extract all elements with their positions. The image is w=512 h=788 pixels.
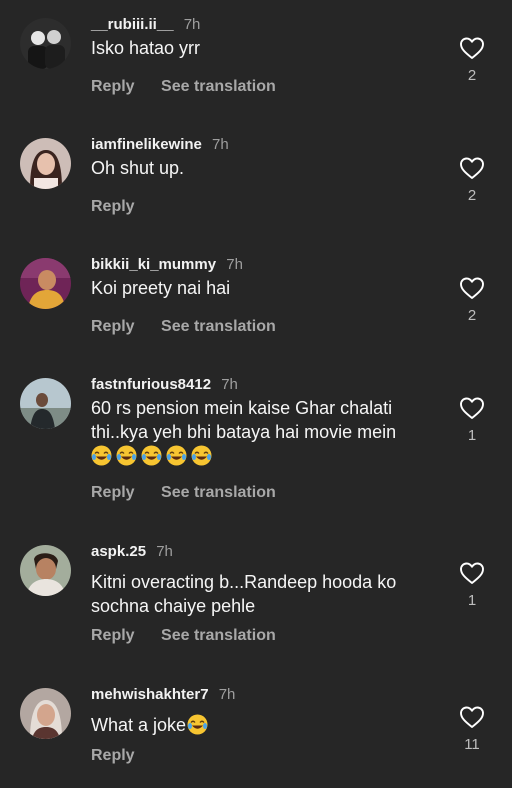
- username[interactable]: mehwishakhter7: [91, 686, 209, 703]
- reply-button[interactable]: Reply: [91, 198, 135, 215]
- comment-meta: fastnfurious8412 7h: [91, 375, 238, 395]
- reply-button[interactable]: Reply: [91, 318, 135, 335]
- like-count: 1: [467, 427, 477, 444]
- username[interactable]: fastnfurious8412: [91, 376, 211, 393]
- avatar[interactable]: [20, 688, 71, 739]
- username[interactable]: iamfinelikewine: [91, 136, 202, 153]
- comment-text: Oh shut up.: [91, 158, 185, 178]
- comment-meta: bikkii_ki_mummy 7h: [91, 255, 243, 275]
- laughing-emoji-icon: [116, 445, 137, 466]
- comment-text: Koi preety nai hai: [91, 278, 231, 298]
- comment-meta: iamfinelikewine 7h: [91, 135, 229, 155]
- timestamp: 7h: [221, 376, 238, 393]
- like-control: 2: [458, 156, 486, 205]
- comment-actions: Reply See translation: [91, 77, 276, 97]
- laughing-emoji-icon: [91, 445, 112, 466]
- avatar[interactable]: [20, 138, 71, 189]
- timestamp: 7h: [218, 686, 236, 703]
- heart-outline-icon[interactable]: [459, 396, 485, 420]
- heart-outline-icon[interactable]: [459, 561, 485, 585]
- see-translation-button[interactable]: See translation: [161, 318, 276, 335]
- username[interactable]: __rubiii.ii__: [91, 16, 174, 33]
- heart-outline-icon[interactable]: [459, 705, 485, 729]
- avatar[interactable]: [20, 258, 71, 309]
- comment-text: 60 rs pension mein kaise Ghar chalati th…: [91, 396, 436, 468]
- laughing-emoji-icon: [191, 445, 212, 466]
- like-control: 1: [458, 561, 486, 610]
- laughing-emoji-icon: [141, 445, 162, 466]
- laughing-emoji-icon: [187, 714, 208, 735]
- avatar[interactable]: [20, 378, 71, 429]
- timestamp: 7h: [183, 16, 201, 33]
- comment-actions: Reply See translation: [91, 626, 276, 646]
- reply-button[interactable]: Reply: [91, 484, 135, 501]
- comment-text: Isko hatao yrr: [91, 38, 201, 58]
- comment-item: bikkii_ki_mummy 7h Koi preety nai hai Re…: [0, 255, 512, 355]
- heart-outline-icon[interactable]: [459, 276, 485, 300]
- reply-button[interactable]: Reply: [91, 747, 135, 764]
- comment-meta: aspk.25 7h: [91, 542, 173, 562]
- reply-button[interactable]: Reply: [91, 627, 135, 644]
- like-count: 1: [467, 592, 477, 609]
- comment-actions: Reply: [91, 746, 135, 766]
- comment-item: mehwishakhter7 7h What a joke Reply 11: [0, 685, 512, 785]
- comment-text: What a joke: [91, 713, 436, 737]
- comment-text-line: thi..kya yeh bhi bataya hai movie mein: [91, 422, 397, 442]
- like-control: 1: [458, 396, 486, 445]
- heart-outline-icon[interactable]: [459, 156, 485, 180]
- like-count: 2: [467, 187, 477, 204]
- laughing-emoji-icon: [166, 445, 187, 466]
- comment-text: Kitni overacting b...Randeep hooda ko so…: [91, 570, 436, 618]
- username[interactable]: aspk.25: [91, 543, 146, 560]
- timestamp: 7h: [156, 543, 173, 560]
- like-count: 2: [467, 307, 477, 324]
- comment-actions: Reply See translation: [91, 317, 276, 337]
- reply-button[interactable]: Reply: [91, 78, 135, 95]
- emoji-row: [91, 444, 436, 468]
- comment-item: __rubiii.ii__ 7h Isko hatao yrr Reply Se…: [0, 15, 512, 115]
- comment-actions: Reply: [91, 197, 135, 217]
- avatar[interactable]: [20, 18, 71, 69]
- see-translation-button[interactable]: See translation: [161, 627, 276, 644]
- timestamp: 7h: [212, 136, 229, 153]
- like-control: 2: [458, 276, 486, 325]
- see-translation-button[interactable]: See translation: [161, 484, 276, 501]
- comment-meta: __rubiii.ii__ 7h: [91, 15, 200, 35]
- comment-text-line: Kitni overacting b...Randeep hooda ko: [91, 572, 397, 592]
- like-count: 11: [464, 736, 480, 753]
- like-count: 2: [467, 67, 477, 84]
- comment-actions: Reply See translation: [91, 483, 276, 503]
- timestamp: 7h: [226, 256, 243, 273]
- comment-text-line: 60 rs pension mein kaise Ghar chalati: [91, 398, 393, 418]
- comment-item: aspk.25 7h Kitni overacting b...Randeep …: [0, 542, 512, 662]
- comment-text-content: What a joke: [91, 715, 187, 735]
- comment-item: fastnfurious8412 7h 60 rs pension mein k…: [0, 375, 512, 515]
- heart-outline-icon[interactable]: [459, 36, 485, 60]
- comment-item: iamfinelikewine 7h Oh shut up. Reply 2: [0, 135, 512, 235]
- username[interactable]: bikkii_ki_mummy: [91, 256, 216, 273]
- see-translation-button[interactable]: See translation: [161, 78, 276, 95]
- like-control: 11: [458, 705, 486, 754]
- avatar[interactable]: [20, 545, 71, 596]
- comment-meta: mehwishakhter7 7h: [91, 685, 235, 705]
- like-control: 2: [458, 36, 486, 85]
- comment-text-line: sochna chaiye pehle: [91, 596, 256, 616]
